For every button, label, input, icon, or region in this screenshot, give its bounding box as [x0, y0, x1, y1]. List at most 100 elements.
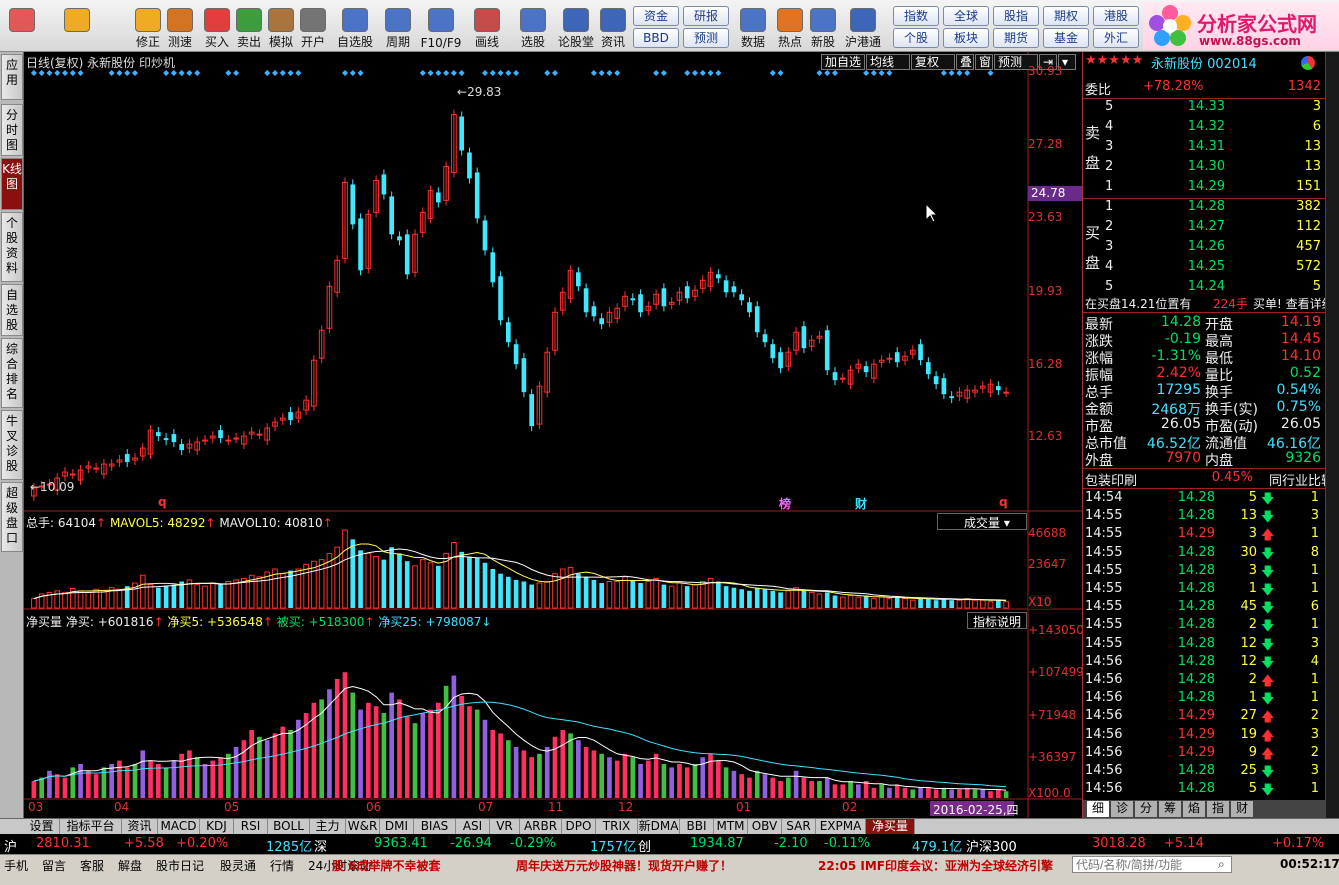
status-link[interactable]: 行情 — [270, 857, 294, 874]
toolbar-small-button[interactable]: 全球 — [943, 6, 989, 26]
leftnav-item-2[interactable]: K线图 — [1, 158, 23, 210]
toolbar-button-18[interactable]: 沪港通 — [843, 0, 883, 52]
indicator-tab-17[interactable]: BBI — [680, 819, 714, 835]
hammer-icon[interactable] — [268, 8, 294, 32]
chart-button-0[interactable]: 加自选 — [821, 54, 865, 70]
toolbar-button-10[interactable]: F10/F9 — [420, 0, 462, 52]
toolbar-button-13[interactable]: 论股堂 — [558, 0, 594, 52]
toolbar-small-button[interactable]: 个股 — [893, 28, 939, 48]
toolbar-small-button[interactable]: 基金 — [1043, 28, 1089, 48]
toolbar-small-button[interactable]: 板块 — [943, 28, 989, 48]
toolbar-button-11[interactable]: 画线 — [467, 0, 507, 52]
toolbar-small-button[interactable]: 研报 — [683, 6, 729, 26]
status-link[interactable]: 解盘 — [118, 857, 142, 874]
indicator-tab-22[interactable]: 净买量 — [866, 819, 915, 835]
indicator-tab-5[interactable]: RSI — [234, 819, 268, 835]
toolbar-small-button[interactable]: 资金 — [633, 6, 679, 26]
new-stock-icon[interactable] — [810, 8, 836, 32]
chart-canvas[interactable] — [24, 52, 1082, 818]
status-link[interactable]: 手机 — [4, 857, 28, 874]
kline-chart[interactable]: 日线(复权) 永新股份 印炒机 加自选 均线 复权叠窗预测 ⇥ ▾ ←29.83 ←10… — [24, 52, 1084, 818]
indicator-tab-18[interactable]: MTM — [714, 819, 748, 835]
detail-tab[interactable]: 细 — [1087, 801, 1109, 817]
leftnav-item-6[interactable]: 牛叉诊股 — [1, 410, 23, 480]
pie-icon[interactable] — [1301, 56, 1315, 70]
news-ticker-1[interactable]: 股 6成举牌不幸被套 — [332, 857, 441, 874]
toolbar-button-9[interactable]: 周期 — [378, 0, 418, 52]
indicator-tab-0[interactable]: 设置 — [24, 819, 60, 835]
status-link[interactable]: 客服 — [80, 857, 104, 874]
hk-connect-icon[interactable] — [850, 8, 876, 32]
detail-tab[interactable]: 诊 — [1111, 801, 1133, 817]
status-link[interactable]: 留言 — [42, 857, 66, 874]
indicator-tab-12[interactable]: VR — [490, 819, 520, 835]
indicator-tab-8[interactable]: W&R — [346, 819, 380, 835]
toolbar-button-12[interactable]: 选股 — [512, 0, 554, 52]
news-icon[interactable] — [600, 8, 626, 32]
toolbar-small-button[interactable]: BBD — [633, 28, 679, 48]
detail-tab[interactable]: 指 — [1207, 801, 1229, 817]
event-marker[interactable]: q — [158, 495, 167, 509]
toolbar-small-button[interactable]: 股指 — [993, 6, 1039, 26]
toolbar-button-17[interactable]: 新股 — [808, 0, 838, 52]
toolbar-small-button[interactable]: 外汇 — [1093, 28, 1139, 48]
toolbar-button-4[interactable]: 买入 — [202, 0, 232, 52]
window-grid-icon[interactable] — [9, 8, 35, 32]
status-link[interactable]: 股市日记 — [156, 857, 204, 874]
leftnav-item-3[interactable]: 个股资料 — [1, 212, 23, 282]
forum-icon[interactable] — [563, 8, 589, 32]
indicator-tab-21[interactable]: EXPMA — [816, 819, 866, 835]
toolbar-button-6[interactable]: 模拟 — [266, 0, 296, 52]
toolbar-button-2[interactable]: 修正 — [133, 0, 163, 52]
leftnav-item-0[interactable]: 应用 — [1, 54, 23, 100]
toolbar-button-3[interactable]: 测速 — [165, 0, 195, 52]
indicator-tab-3[interactable]: MACD — [158, 819, 200, 835]
cycle-icon[interactable] — [385, 8, 411, 32]
indicator-tab-11[interactable]: ASI — [456, 819, 490, 835]
event-marker[interactable]: q — [999, 495, 1008, 509]
news-ticker-3[interactable]: 22:05 IMF印度会议：亚洲为全球经济引擎 — [818, 857, 1053, 874]
indicator-tab-15[interactable]: TRIX — [596, 819, 638, 835]
event-marker[interactable]: 榜 — [779, 495, 791, 512]
indicator-tab-6[interactable]: BOLL — [268, 819, 310, 835]
status-link[interactable]: 股灵通 — [220, 857, 256, 874]
toolbar-small-button[interactable]: 期权 — [1043, 6, 1089, 26]
pe-icon[interactable] — [740, 8, 766, 32]
search-input[interactable] — [1072, 856, 1232, 873]
indicator-help-button[interactable]: 指标说明 — [967, 612, 1027, 629]
chart-button-3[interactable]: 叠 — [956, 54, 974, 70]
lock-icon[interactable] — [300, 8, 326, 32]
leftnav-item-4[interactable]: 自选股 — [1, 284, 23, 336]
indicator-tab-10[interactable]: BIAS — [414, 819, 456, 835]
buy-icon[interactable] — [204, 8, 230, 32]
toolbar-button-15[interactable]: 数据 — [738, 0, 768, 52]
event-marker[interactable]: 财 — [855, 495, 867, 512]
star-icon[interactable] — [342, 8, 368, 32]
indicator-tab-9[interactable]: DMI — [380, 819, 414, 835]
chart-button-2[interactable]: 复权 — [911, 54, 955, 70]
indicator-tab-13[interactable]: ARBR — [520, 819, 562, 835]
hot-icon[interactable] — [777, 8, 803, 32]
right-scrollbar[interactable] — [1325, 52, 1339, 818]
toolbar-button-16[interactable]: 热点 — [775, 0, 805, 52]
clock-icon[interactable] — [167, 8, 193, 32]
indicator-tab-14[interactable]: DPO — [562, 819, 596, 835]
indicator-tab-2[interactable]: 资讯 — [122, 819, 158, 835]
leftnav-item-1[interactable]: 分时图 — [1, 104, 23, 156]
toolbar-small-button[interactable]: 港股 — [1093, 6, 1139, 26]
refresh-icon[interactable] — [135, 8, 161, 32]
detail-tab[interactable]: 筹 — [1159, 801, 1181, 817]
indicator-tab-16[interactable]: 新DMA — [638, 819, 680, 835]
indicator-tab-1[interactable]: 指标平台 — [60, 819, 122, 835]
chart-button-1[interactable]: 均线 — [866, 54, 910, 70]
f10-icon[interactable] — [428, 8, 454, 32]
news-ticker-2[interactable]: 周年庆送万元炒股神器！现货开户赚了！ — [516, 857, 732, 874]
leftnav-item-5[interactable]: 综合排名 — [1, 338, 23, 408]
toolbar-button-1[interactable] — [62, 0, 92, 52]
indicator-tab-7[interactable]: 主力 — [310, 819, 346, 835]
detail-tab[interactable]: 分 — [1135, 801, 1157, 817]
detail-tab[interactable]: 焰 — [1183, 801, 1205, 817]
back-arrow-icon[interactable] — [64, 8, 90, 32]
toolbar-small-button[interactable]: 期货 — [993, 28, 1039, 48]
search-icon[interactable]: ⌕ — [1218, 857, 1225, 872]
